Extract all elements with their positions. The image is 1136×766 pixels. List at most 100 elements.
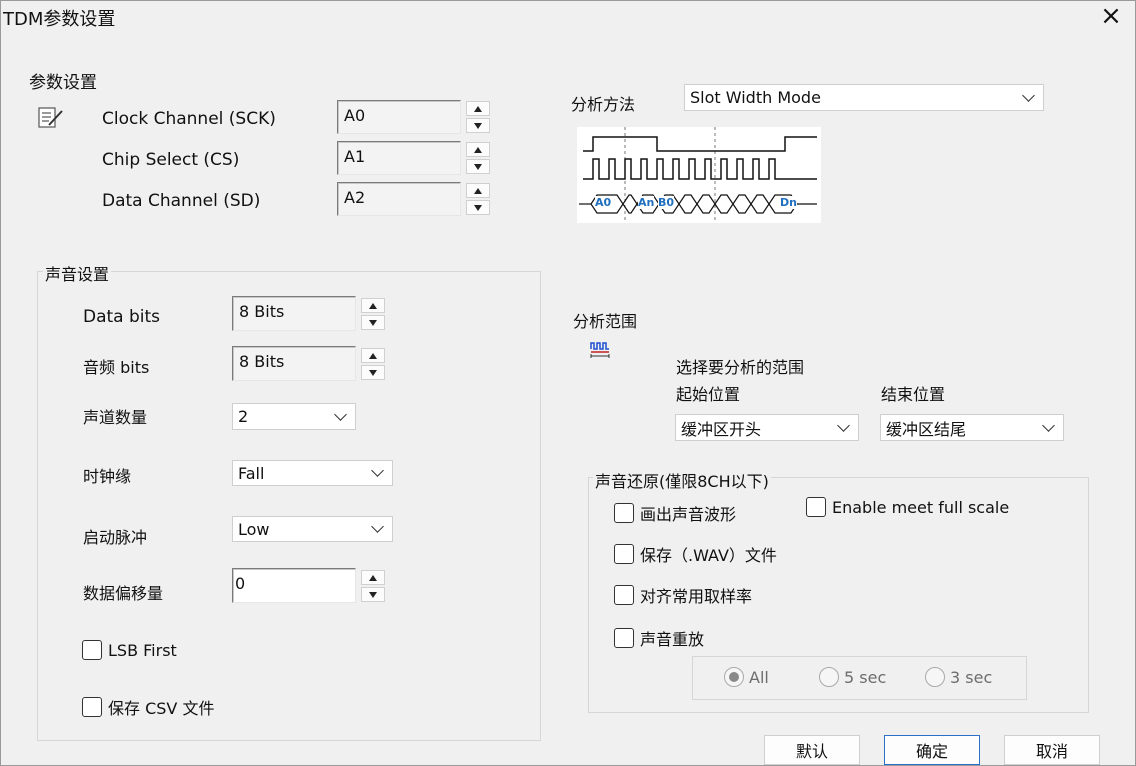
clock-channel-spinner[interactable] — [466, 101, 490, 133]
chevron-down-icon — [334, 407, 347, 421]
clock-channel-label: Clock Channel (SCK) — [102, 109, 276, 129]
analysis-method-value: Slot Width Mode — [690, 88, 821, 107]
enable-full-scale-label: Enable meet full scale — [832, 497, 1010, 517]
data-offset-label: 数据偏移量 — [83, 584, 164, 603]
data-channel-spinner[interactable] — [466, 183, 490, 215]
data-channel-label: Data Channel (SD) — [102, 191, 261, 211]
checkbox-box[interactable] — [82, 640, 102, 660]
waveform-label-b0: B0 — [658, 196, 675, 209]
data-channel-field[interactable]: A2 — [337, 182, 461, 216]
end-position-value: 缓冲区结尾 — [886, 419, 967, 439]
chevron-down-icon — [837, 418, 850, 432]
channel-count-value: 2 — [238, 407, 249, 426]
chevron-down-icon — [1042, 418, 1055, 432]
audio-settings-group — [37, 271, 541, 741]
draw-waveform-checkbox[interactable]: 画出声音波形 — [614, 501, 736, 525]
chevron-down-icon — [371, 464, 384, 477]
data-bits-field[interactable]: 8 Bits — [232, 296, 356, 331]
audio-bits-field[interactable]: 8 Bits — [232, 346, 356, 381]
save-csv-checkbox[interactable]: 保存 CSV 文件 — [82, 695, 214, 719]
spin-down-icon[interactable] — [466, 159, 490, 174]
spin-up-icon[interactable] — [466, 142, 490, 157]
data-offset-field[interactable]: 0 — [232, 568, 356, 603]
waveform-label-an: An — [638, 196, 655, 209]
checkbox-box[interactable] — [806, 497, 826, 517]
radio-icon[interactable] — [819, 667, 839, 687]
chip-select-label: Chip Select (CS) — [102, 150, 240, 170]
start-position-label: 起始位置 — [676, 385, 741, 404]
lsb-first-label: LSB First — [108, 640, 177, 660]
spin-up-icon[interactable] — [466, 183, 490, 198]
close-icon[interactable]: × — [1097, 3, 1125, 31]
save-wav-label: 保存（.WAV）文件 — [640, 546, 777, 565]
data-bits-spinner[interactable] — [361, 298, 385, 330]
waveform-label-dn: Dn — [780, 196, 797, 209]
checkbox-box[interactable] — [614, 544, 634, 564]
audio-settings-heading: 声音设置 — [43, 261, 112, 285]
spin-down-icon[interactable] — [466, 200, 490, 215]
start-position-value: 缓冲区开头 — [681, 419, 762, 439]
chevron-down-icon — [371, 520, 384, 533]
clock-edge-label: 时钟缘 — [83, 467, 132, 486]
save-csv-label: 保存 CSV 文件 — [108, 699, 215, 718]
clock-edge-value: Fall — [238, 463, 265, 483]
spin-down-icon[interactable] — [361, 315, 385, 330]
analysis-range-heading: 分析范围 — [573, 312, 638, 331]
spin-down-icon[interactable] — [361, 365, 385, 380]
ok-button[interactable]: 确定 — [884, 735, 980, 765]
data-bits-label: Data bits — [83, 307, 161, 327]
slot-width-waveform-diagram: A0 An B0 Dn — [577, 127, 821, 223]
checkbox-box[interactable] — [614, 585, 634, 605]
chip-select-field[interactable]: A1 — [337, 141, 461, 175]
channel-count-select[interactable]: 2 — [232, 403, 356, 430]
align-sample-rate-label: 对齐常用取样率 — [640, 587, 753, 606]
start-pulse-select[interactable]: Low — [232, 516, 393, 542]
spin-down-icon[interactable] — [361, 587, 385, 602]
spin-up-icon[interactable] — [361, 348, 385, 363]
tdm-settings-dialog: TDM参数设置 × 参数设置 Clock Channel (SCK) A0 Ch… — [0, 0, 1136, 766]
analysis-method-select[interactable]: Slot Width Mode — [684, 84, 1044, 111]
clock-channel-field[interactable]: A0 — [337, 100, 461, 134]
audio-restore-heading: 声音还原(僅限8CH以下) — [593, 468, 771, 492]
checkbox-box[interactable] — [614, 503, 634, 523]
spin-up-icon[interactable] — [361, 298, 385, 313]
replay-option-5sec-label: 5 sec — [844, 667, 887, 687]
start-pulse-label: 启动脉冲 — [83, 528, 148, 547]
waveform-label-a0: A0 — [595, 196, 612, 209]
cancel-button[interactable]: 取消 — [1004, 735, 1100, 765]
radio-icon[interactable] — [925, 667, 945, 687]
lsb-first-checkbox[interactable]: LSB First — [82, 640, 177, 660]
audio-bits-label: 音频 bits — [83, 358, 150, 377]
default-button[interactable]: 默认 — [764, 735, 860, 765]
clock-edge-select[interactable]: Fall — [232, 460, 393, 486]
spin-down-icon[interactable] — [466, 118, 490, 133]
end-position-select[interactable]: 缓冲区结尾 — [880, 414, 1064, 441]
start-position-select[interactable]: 缓冲区开头 — [675, 414, 859, 441]
start-pulse-value: Low — [238, 519, 270, 539]
replay-option-5sec[interactable]: 5 sec — [819, 667, 886, 687]
replay-label: 声音重放 — [640, 630, 705, 649]
checkbox-box[interactable] — [82, 697, 102, 717]
window-title: TDM参数设置 — [3, 9, 116, 30]
spin-up-icon[interactable] — [466, 101, 490, 116]
analysis-method-label: 分析方法 — [571, 95, 636, 114]
radio-selected-icon[interactable] — [724, 667, 744, 687]
audio-bits-spinner[interactable] — [361, 348, 385, 380]
checkbox-box[interactable] — [614, 628, 634, 648]
draw-waveform-label: 画出声音波形 — [640, 505, 737, 524]
data-offset-spinner[interactable] — [361, 570, 385, 602]
chip-select-spinner[interactable] — [466, 142, 490, 174]
edit-note-icon — [38, 107, 63, 128]
align-sample-rate-checkbox[interactable]: 对齐常用取样率 — [614, 583, 752, 607]
replay-checkbox[interactable]: 声音重放 — [614, 626, 704, 650]
channel-count-label: 声道数量 — [83, 408, 148, 427]
waveform-range-icon — [590, 342, 610, 358]
chevron-down-icon — [1022, 88, 1035, 102]
replay-option-all[interactable]: All — [724, 667, 769, 687]
enable-full-scale-checkbox[interactable]: Enable meet full scale — [806, 497, 1009, 517]
analysis-range-prompt: 选择要分析的范围 — [676, 358, 805, 377]
spin-up-icon[interactable] — [361, 570, 385, 585]
replay-option-3sec-label: 3 sec — [950, 667, 993, 687]
replay-option-3sec[interactable]: 3 sec — [925, 667, 992, 687]
save-wav-checkbox[interactable]: 保存（.WAV）文件 — [614, 542, 777, 566]
